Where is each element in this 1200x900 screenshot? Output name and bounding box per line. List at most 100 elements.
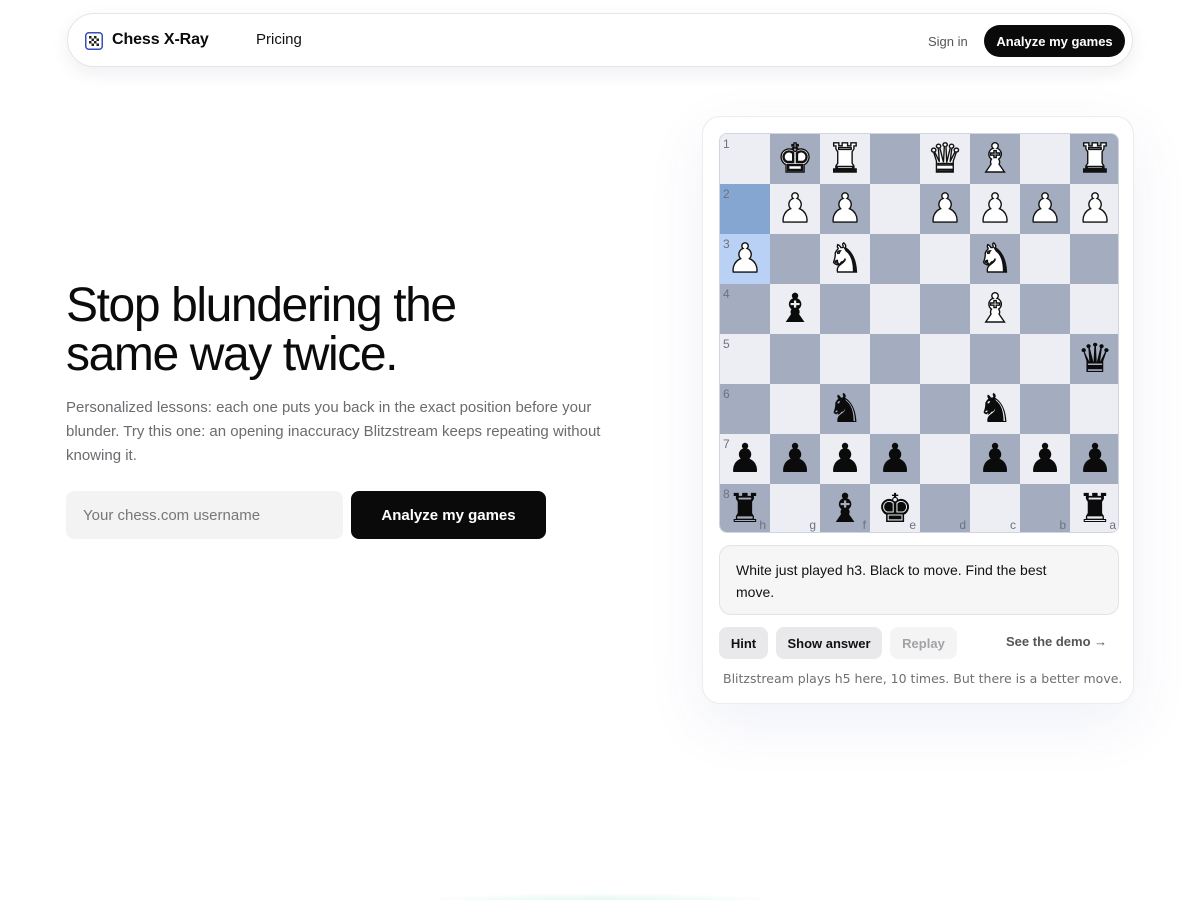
square-a8[interactable]: a ♜ (1070, 484, 1118, 532)
black-bishop-icon[interactable]: ♝ (820, 484, 870, 532)
square-c4[interactable]: ♝ (970, 284, 1020, 334)
square-g1[interactable]: ♚ (770, 134, 820, 184)
square-b6[interactable] (1020, 384, 1070, 434)
black-pawn-icon[interactable]: ♟ (820, 434, 870, 484)
white-rook-icon[interactable]: ♜ (820, 134, 870, 184)
square-h2[interactable]: 2 (720, 184, 770, 234)
square-f7[interactable]: ♟ (820, 434, 870, 484)
white-pawn-icon[interactable]: ♟ (970, 184, 1020, 234)
white-pawn-icon[interactable]: ♟ (1020, 184, 1070, 234)
square-e6[interactable] (870, 384, 920, 434)
white-pawn-icon[interactable]: ♟ (720, 234, 770, 284)
white-bishop-icon[interactable]: ♝ (970, 284, 1020, 334)
square-g4[interactable]: ♝ (770, 284, 820, 334)
white-pawn-icon[interactable]: ♟ (1070, 184, 1118, 234)
white-rook-icon[interactable]: ♜ (1070, 134, 1118, 184)
black-queen-icon[interactable]: ♛ (1070, 334, 1118, 384)
sign-in-link[interactable]: Sign in (928, 34, 968, 49)
square-c6[interactable]: ♞ (970, 384, 1020, 434)
chess-board[interactable]: 1 ♚ ♜ ♛ ♝ ♜ 2 ♟ ♟ ♟ ♟ ♟ ♟ 3 ♟ ♞ ♞ 4 ♝ ♝ 5 ♛ 6 ♞ ♞ 7 ♟ ♟ ♟ ♟ ♟ ♟ ♟ 8 h ♜ g f ♝ e… (719, 133, 1119, 533)
square-d3[interactable] (920, 234, 970, 284)
square-b4[interactable] (1020, 284, 1070, 334)
square-g2[interactable]: ♟ (770, 184, 820, 234)
square-f1[interactable]: ♜ (820, 134, 870, 184)
chess-xray-logo-icon[interactable] (85, 32, 103, 50)
square-c5[interactable] (970, 334, 1020, 384)
square-g5[interactable] (770, 334, 820, 384)
square-b3[interactable] (1020, 234, 1070, 284)
square-f5[interactable] (820, 334, 870, 384)
square-d5[interactable] (920, 334, 970, 384)
square-e3[interactable] (870, 234, 920, 284)
square-b8[interactable]: b (1020, 484, 1070, 532)
square-f6[interactable]: ♞ (820, 384, 870, 434)
square-c8[interactable]: c (970, 484, 1020, 532)
square-b2[interactable]: ♟ (1020, 184, 1070, 234)
square-a1[interactable]: ♜ (1070, 134, 1118, 184)
nav-analyze-button[interactable]: Analyze my games (984, 25, 1125, 57)
square-d4[interactable] (920, 284, 970, 334)
white-knight-icon[interactable]: ♞ (820, 234, 870, 284)
black-pawn-icon[interactable]: ♟ (1070, 434, 1118, 484)
hero-analyze-button[interactable]: Analyze my games (351, 491, 546, 539)
square-f4[interactable] (820, 284, 870, 334)
square-e4[interactable] (870, 284, 920, 334)
square-d2[interactable]: ♟ (920, 184, 970, 234)
white-pawn-icon[interactable]: ♟ (920, 184, 970, 234)
square-b7[interactable]: ♟ (1020, 434, 1070, 484)
square-a5[interactable]: ♛ (1070, 334, 1118, 384)
square-a7[interactable]: ♟ (1070, 434, 1118, 484)
square-a6[interactable] (1070, 384, 1118, 434)
square-h1[interactable]: 1 (720, 134, 770, 184)
see-demo-link[interactable]: See the demo → (1006, 634, 1107, 649)
square-e5[interactable] (870, 334, 920, 384)
black-pawn-icon[interactable]: ♟ (770, 434, 820, 484)
black-knight-icon[interactable]: ♞ (970, 384, 1020, 434)
black-king-icon[interactable]: ♚ (870, 484, 920, 532)
square-c3[interactable]: ♞ (970, 234, 1020, 284)
square-c1[interactable]: ♝ (970, 134, 1020, 184)
show-answer-button[interactable]: Show answer (776, 627, 882, 659)
square-a3[interactable] (1070, 234, 1118, 284)
black-knight-icon[interactable]: ♞ (820, 384, 870, 434)
square-a2[interactable]: ♟ (1070, 184, 1118, 234)
square-a4[interactable] (1070, 284, 1118, 334)
square-h3[interactable]: 3 ♟ (720, 234, 770, 284)
white-king-icon[interactable]: ♚ (770, 134, 820, 184)
square-b5[interactable] (1020, 334, 1070, 384)
square-f3[interactable]: ♞ (820, 234, 870, 284)
square-d7[interactable] (920, 434, 970, 484)
hint-button[interactable]: Hint (719, 627, 768, 659)
black-rook-icon[interactable]: ♜ (720, 484, 770, 532)
white-bishop-icon[interactable]: ♝ (970, 134, 1020, 184)
square-e2[interactable] (870, 184, 920, 234)
square-b1[interactable] (1020, 134, 1070, 184)
square-e1[interactable] (870, 134, 920, 184)
square-e7[interactable]: ♟ (870, 434, 920, 484)
square-f2[interactable]: ♟ (820, 184, 870, 234)
white-pawn-icon[interactable]: ♟ (770, 184, 820, 234)
white-queen-icon[interactable]: ♛ (920, 134, 970, 184)
black-pawn-icon[interactable]: ♟ (870, 434, 920, 484)
square-h5[interactable]: 5 (720, 334, 770, 384)
square-e8[interactable]: e ♚ (870, 484, 920, 532)
square-c2[interactable]: ♟ (970, 184, 1020, 234)
square-h6[interactable]: 6 (720, 384, 770, 434)
square-g6[interactable] (770, 384, 820, 434)
square-d1[interactable]: ♛ (920, 134, 970, 184)
black-bishop-icon[interactable]: ♝ (770, 284, 820, 334)
square-h7[interactable]: 7 ♟ (720, 434, 770, 484)
white-pawn-icon[interactable]: ♟ (820, 184, 870, 234)
square-d8[interactable]: d (920, 484, 970, 532)
square-g3[interactable] (770, 234, 820, 284)
square-h8[interactable]: 8 h ♜ (720, 484, 770, 532)
square-g8[interactable]: g (770, 484, 820, 532)
black-pawn-icon[interactable]: ♟ (720, 434, 770, 484)
black-rook-icon[interactable]: ♜ (1070, 484, 1118, 532)
white-knight-icon[interactable]: ♞ (970, 234, 1020, 284)
square-f8[interactable]: f ♝ (820, 484, 870, 532)
square-c7[interactable]: ♟ (970, 434, 1020, 484)
square-g7[interactable]: ♟ (770, 434, 820, 484)
square-d6[interactable] (920, 384, 970, 434)
nav-link-pricing[interactable]: Pricing (256, 31, 302, 48)
